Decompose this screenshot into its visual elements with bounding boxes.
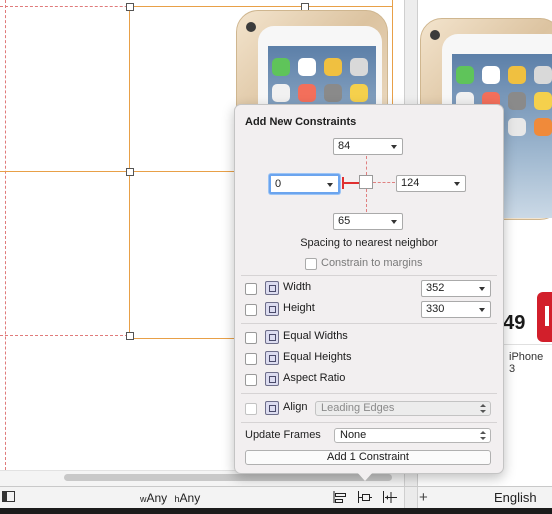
leading-spacing-dropdown[interactable]: 0	[269, 174, 340, 194]
constrain-to-margins-label: Constrain to margins	[321, 257, 423, 269]
width-value: 352	[426, 282, 445, 294]
guide-line	[0, 335, 128, 336]
height-checkbox[interactable]	[245, 304, 257, 316]
view-frame-edge	[129, 6, 392, 7]
chevron-down-icon	[391, 145, 397, 149]
trailing-spacing-value: 124	[401, 177, 420, 189]
trailing-strut[interactable]	[373, 182, 395, 183]
align-icon	[265, 401, 279, 415]
resolve-issues-icon[interactable]	[383, 491, 397, 503]
trailing-spacing-dropdown[interactable]: 124	[396, 175, 466, 192]
width-dropdown[interactable]: 352	[421, 280, 491, 297]
separator	[241, 275, 497, 276]
chevron-down-icon	[454, 182, 460, 186]
view-box	[359, 175, 373, 189]
align-select[interactable]: Leading Edges	[315, 401, 491, 416]
add-constraints-popover: Add New Constraints 84 0 124 65 Spacing …	[234, 104, 504, 481]
guide-line	[5, 0, 6, 470]
equal-widths-icon	[265, 330, 279, 344]
separator	[241, 422, 497, 423]
add-button[interactable]: +	[419, 487, 428, 509]
updown-chevron-icon	[479, 430, 486, 441]
scrollbar-thumb[interactable]	[64, 474, 392, 481]
view-frame-edge	[129, 338, 234, 339]
height-label: Height	[283, 302, 315, 314]
chevron-down-icon	[391, 220, 397, 224]
bottom-spacing-dropdown[interactable]: 65	[333, 213, 403, 230]
phone-name-label: iPhone 3	[509, 351, 544, 375]
align-label: Align	[283, 401, 308, 413]
align-value: Leading Edges	[321, 402, 395, 414]
separator	[241, 393, 497, 394]
resize-handle[interactable]	[126, 332, 134, 340]
align-icon[interactable]	[333, 491, 347, 503]
top-strut[interactable]	[366, 156, 367, 175]
aspect-ratio-icon	[265, 372, 279, 386]
align-checkbox[interactable]	[245, 403, 257, 415]
bottom-strut[interactable]	[366, 189, 367, 212]
chevron-down-icon	[479, 308, 485, 312]
aspect-ratio-checkbox[interactable]	[245, 374, 257, 386]
size-class-selector[interactable]: wAny hAny	[140, 487, 200, 509]
equal-heights-checkbox[interactable]	[245, 353, 257, 365]
width-icon	[265, 281, 279, 295]
leading-spacing-value: 0	[275, 178, 282, 190]
equal-heights-icon	[265, 351, 279, 365]
buy-button[interactable]	[537, 292, 552, 342]
equal-heights-label: Equal Heights	[283, 351, 352, 363]
equal-widths-checkbox[interactable]	[245, 332, 257, 344]
top-spacing-value: 84	[338, 140, 351, 152]
leading-strut[interactable]	[342, 182, 359, 184]
strut-cap	[342, 177, 344, 189]
height-class-value: Any	[179, 491, 201, 505]
width-checkbox[interactable]	[245, 283, 257, 295]
sidebar-toggle-icon[interactable]	[2, 491, 16, 503]
resize-handle[interactable]	[126, 168, 134, 176]
popover-arrow	[356, 471, 374, 481]
width-class-value: Any	[146, 491, 168, 505]
update-frames-label: Update Frames	[245, 429, 321, 441]
chevron-down-icon	[479, 287, 485, 291]
equal-widths-label: Equal Widths	[283, 330, 348, 342]
pin-icon[interactable]	[358, 491, 372, 503]
split-divider	[404, 487, 418, 509]
language-selector[interactable]: English	[494, 487, 537, 509]
bottom-toolbar: wAny hAny + English	[0, 486, 552, 509]
aspect-ratio-label: Aspect Ratio	[283, 372, 346, 384]
chevron-down-icon	[327, 183, 333, 187]
height-icon	[265, 302, 279, 316]
height-value: 330	[426, 303, 445, 315]
width-label: Width	[283, 281, 312, 293]
resize-handle[interactable]	[126, 3, 134, 11]
update-frames-select[interactable]: None	[334, 428, 491, 443]
constrain-to-margins-checkbox[interactable]	[305, 258, 317, 270]
height-dropdown[interactable]: 330	[421, 301, 491, 318]
top-spacing-dropdown[interactable]: 84	[333, 138, 403, 155]
update-frames-value: None	[340, 429, 367, 441]
bottom-spacing-value: 65	[338, 215, 351, 227]
popover-title: Add New Constraints	[245, 116, 357, 128]
updown-chevron-icon	[479, 403, 486, 414]
separator	[241, 323, 497, 324]
spacing-caption: Spacing to nearest neighbor	[300, 237, 438, 249]
add-constraints-button[interactable]: Add 1 Constraint	[245, 450, 491, 465]
window-edge	[0, 508, 552, 514]
